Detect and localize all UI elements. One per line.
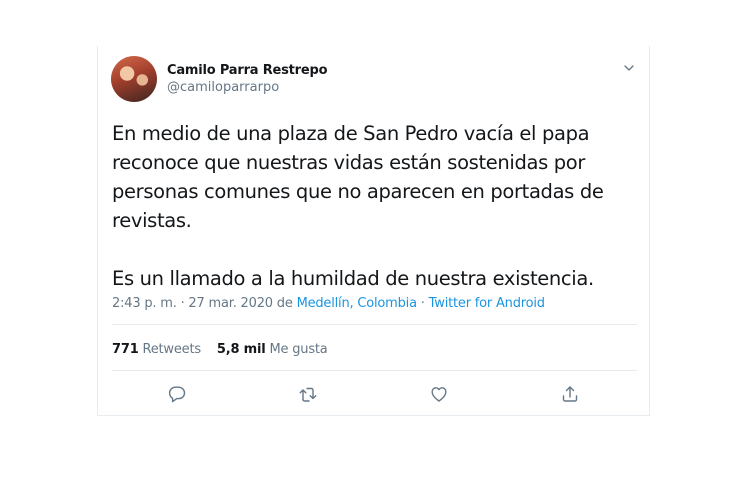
avatar[interactable] xyxy=(111,56,157,102)
chevron-down-icon[interactable] xyxy=(622,60,636,74)
likes-count: 5,8 mil xyxy=(216,342,266,357)
retweets-count: 771 xyxy=(112,342,139,357)
divider xyxy=(112,370,637,371)
timestamp[interactable]: 2:43 p. m. · 27 mar. 2020 de xyxy=(112,296,297,311)
share-icon[interactable] xyxy=(559,383,581,405)
reply-icon[interactable] xyxy=(166,383,188,405)
author-name[interactable]: Camilo Parra Restrepo xyxy=(167,63,328,78)
tweet-text: En medio de una plaza de San Pedro vacía… xyxy=(112,119,632,293)
tweet-paragraph: Es un llamado a la humildad de nuestra e… xyxy=(112,267,594,290)
likes-stat[interactable]: 5,8 mil Me gusta xyxy=(217,342,328,357)
location-link[interactable]: Medellín, Colombia xyxy=(297,296,417,311)
retweets-stat[interactable]: 771 Retweets xyxy=(112,342,201,357)
author-handle[interactable]: @camiloparrarpo xyxy=(167,80,279,95)
source-link[interactable]: Twitter for Android xyxy=(429,296,545,311)
tweet-paragraph: En medio de una plaza de San Pedro vacía… xyxy=(112,122,604,232)
heart-icon[interactable] xyxy=(428,383,450,405)
tweet-card: Camilo Parra Restrepo @camiloparrarpo En… xyxy=(97,46,650,416)
retweets-label: Retweets xyxy=(138,342,201,357)
retweet-icon[interactable] xyxy=(297,383,319,405)
meta-separator: · xyxy=(416,296,429,311)
likes-label: Me gusta xyxy=(265,342,328,357)
divider xyxy=(112,324,637,325)
tweet-metadata: 2:43 p. m. · 27 mar. 2020 de Medellín, C… xyxy=(112,296,545,311)
tweet-stats: 771 Retweets 5,8 mil Me gusta xyxy=(112,342,328,357)
